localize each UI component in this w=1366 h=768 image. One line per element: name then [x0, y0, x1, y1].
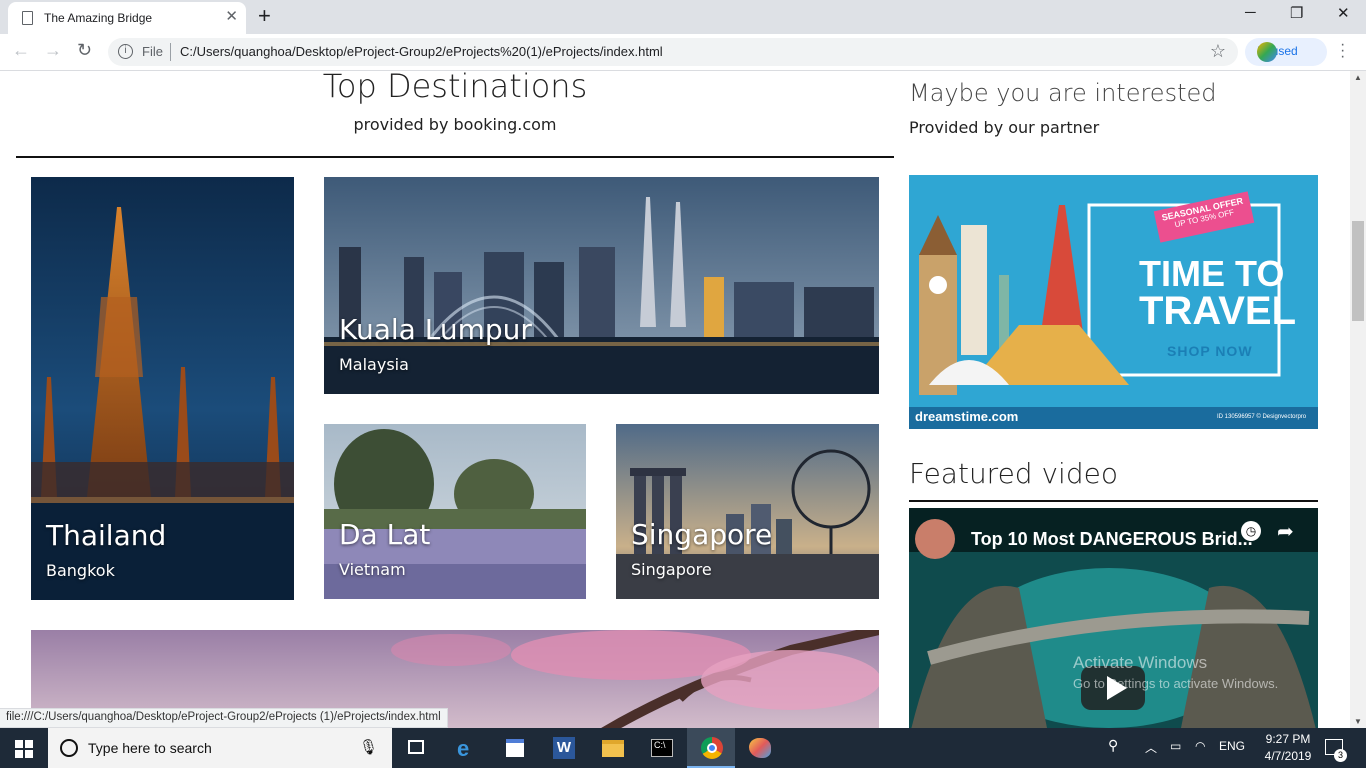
sidebar-title: Maybe you are interested [909, 79, 1217, 107]
reload-icon[interactable]: ↻ [77, 40, 92, 61]
browser-tab[interactable]: The Amazing Bridge ✕ [8, 2, 246, 34]
activate-windows-subtitle: Go to Settings to activate Windows. [1073, 676, 1279, 691]
file-explorer-icon[interactable] [589, 728, 637, 768]
share-icon[interactable]: ➦ [1277, 519, 1294, 544]
clock[interactable]: 9:27 PM 4/7/2019 [1258, 731, 1318, 765]
watch-later-icon[interactable]: ◷ [1241, 521, 1261, 541]
destination-city: Singapore [631, 518, 773, 551]
forward-arrow-icon[interactable]: → [44, 40, 62, 61]
travel-ad-banner[interactable]: SEASONAL OFFER UP TO 35% OFF TIME TO TRA… [909, 175, 1318, 429]
clock-time: 9:27 PM [1265, 732, 1311, 746]
page-title: Top Destinations [322, 71, 588, 105]
sidebar-subtitle: Provided by our partner [909, 118, 1100, 137]
destination-card-thailand[interactable]: Thailand Bangkok [31, 177, 294, 600]
bookmark-star-icon[interactable]: ☆ [1210, 41, 1226, 62]
avatar [1257, 42, 1277, 62]
notification-count: 3 [1334, 749, 1347, 762]
command-prompt-icon[interactable]: C:\ [638, 728, 686, 768]
page-viewport: Top Destinations provided by booking.com [0, 71, 1350, 728]
document-icon [22, 11, 33, 25]
destination-city: Da Lat [339, 518, 431, 551]
cortana-icon [60, 739, 78, 757]
youtube-video-embed[interactable]: Top 10 Most DANGEROUS Brid... ◷ ➦ Activa… [909, 508, 1318, 728]
word-icon[interactable]: W [540, 728, 588, 768]
url-text[interactable]: C:/Users/quanghoa/Desktop/eProject-Group… [180, 44, 663, 59]
page-scrollbar[interactable]: ▲ ▼ [1350, 71, 1366, 728]
destination-card-kuala-lumpur[interactable]: Kuala Lumpur Malaysia [324, 177, 879, 394]
people-icon[interactable]: ⚲ [1108, 737, 1118, 754]
video-title[interactable]: Top 10 Most DANGEROUS Brid... [971, 529, 1253, 550]
destination-card-singapore[interactable]: Singapore Singapore [616, 424, 879, 599]
input-language[interactable]: ENG [1219, 739, 1245, 753]
shop-now-link[interactable]: SHOP NOW [1167, 343, 1253, 359]
video-divider [909, 500, 1318, 502]
new-tab-button[interactable]: + [258, 3, 271, 29]
scroll-down-icon[interactable]: ▼ [1354, 717, 1362, 726]
destination-city: Thailand [46, 519, 167, 552]
show-hidden-icons-chevron[interactable]: ︿ [1145, 739, 1157, 756]
destination-country: Malaysia [339, 355, 409, 374]
address-bar[interactable]: i File C:/Users/quanghoa/Desktop/eProjec… [108, 38, 1238, 66]
dreamstime-watermark: dreamstime.com [915, 409, 1019, 424]
taskbar-search-box[interactable]: Type here to search 🎙 [48, 728, 392, 768]
close-window-icon[interactable]: ✕ [1337, 4, 1350, 22]
activate-windows-title: Activate Windows [1073, 653, 1208, 672]
destination-card-da-lat[interactable]: Da Lat Vietnam [324, 424, 586, 599]
microphone-icon[interactable]: 🎙 [359, 738, 378, 756]
tab-title: The Amazing Bridge [44, 11, 153, 25]
omnibox-divider [170, 43, 171, 61]
more-menu-icon[interactable]: · · · [1340, 37, 1345, 65]
paint-icon[interactable] [736, 728, 784, 768]
search-placeholder: Type here to search [88, 740, 212, 756]
featured-video-heading: Featured video [909, 457, 1118, 490]
minimize-icon[interactable]: ─ [1245, 4, 1256, 21]
destination-country: Singapore [631, 560, 712, 579]
link-status-bar: file:///C:/Users/quanghoa/Desktop/eProje… [0, 708, 448, 728]
close-tab-icon[interactable]: ✕ [225, 9, 238, 25]
title-divider [16, 156, 894, 158]
profile-button[interactable]: Paused [1245, 38, 1327, 66]
windows-taskbar: Type here to search 🎙 e W C:\ ⚲ ︿ ▭ ◠ EN… [0, 728, 1366, 768]
scrollbar-thumb[interactable] [1352, 221, 1364, 321]
wifi-icon[interactable]: ◠ [1195, 739, 1205, 753]
restore-icon[interactable]: ❐ [1290, 4, 1303, 22]
tab-strip: The Amazing Bridge ✕ + ─ ❐ ✕ [0, 0, 1366, 34]
ad-headline-2: TRAVEL [1139, 289, 1297, 333]
task-view-icon[interactable] [392, 728, 440, 768]
battery-icon[interactable]: ▭ [1170, 739, 1181, 753]
store-icon[interactable] [491, 728, 539, 768]
back-arrow-icon[interactable]: ← [12, 40, 30, 61]
page-subtitle: provided by booking.com [353, 115, 557, 134]
destination-country: Vietnam [339, 560, 406, 579]
windows-start-icon[interactable] [15, 740, 33, 758]
chrome-icon[interactable] [687, 728, 735, 768]
destination-city: Kuala Lumpur [339, 313, 532, 346]
url-scheme-label: File [142, 44, 163, 59]
destination-country: Bangkok [46, 561, 115, 580]
browser-toolbar: ← → ↻ i File C:/Users/quanghoa/Desktop/e… [0, 34, 1366, 71]
scroll-up-icon[interactable]: ▲ [1354, 73, 1362, 82]
clock-date: 4/7/2019 [1264, 749, 1312, 763]
edge-icon[interactable]: e [443, 728, 491, 768]
ad-id-text: ID 130596957 © Designvectorpro [1217, 414, 1307, 420]
info-icon[interactable]: i [118, 44, 133, 59]
